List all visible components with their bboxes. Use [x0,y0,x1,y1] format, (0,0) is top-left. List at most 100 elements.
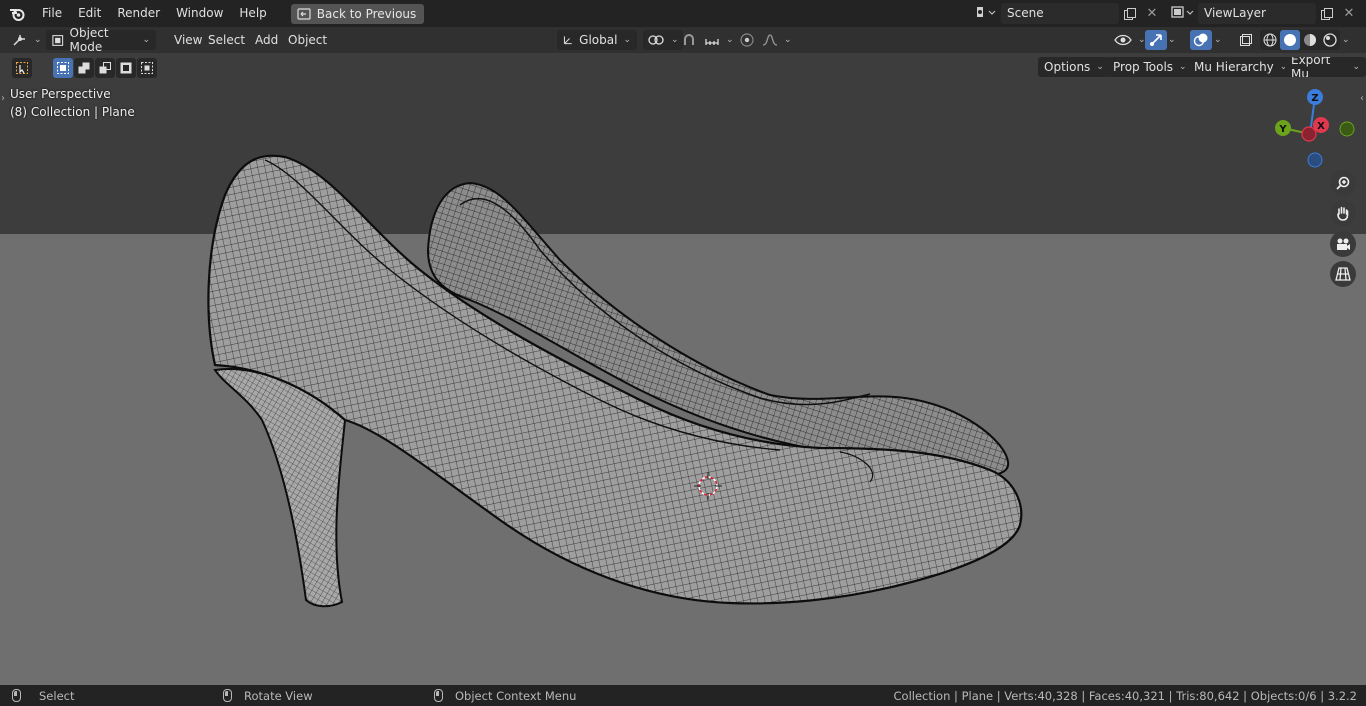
chevron-down-icon: ⌄ [1342,35,1350,45]
toolbar-expand-icon[interactable]: › [1,93,5,104]
gizmo-z-axis[interactable]: Z [1307,89,1323,105]
back-label: Back to Previous [316,6,417,21]
top-bar: File Edit Render Window Help Back to Pre… [0,0,1366,27]
chevron-down-icon: ⌄ [784,35,792,45]
proportional-icon [740,33,754,47]
editor-type-icon [13,35,25,46]
gizmo-x-axis[interactable]: X [1313,117,1329,133]
gizmo-y-axis[interactable]: Y [1275,120,1291,136]
chevron-down-icon: ⌄ [726,35,734,45]
menu-help[interactable]: Help [231,0,274,27]
shading-solid-button[interactable] [1280,30,1300,50]
overlay-dropdown[interactable]: ⌄ [1214,30,1222,50]
mode-label: Object Mode [69,26,109,54]
menu-file[interactable]: File [34,0,70,27]
snap-toggle[interactable] [678,30,700,50]
view-layer-new-button[interactable] [1316,3,1338,24]
zoom-icon [1336,176,1350,190]
view-layer-selector: ViewLayer ✕ [1166,3,1360,24]
shoe-mesh [207,154,1023,608]
perspective-toggle-button[interactable] [1330,261,1356,287]
grid-icon [1335,267,1351,281]
status-rotate-hint: Rotate View [223,685,313,706]
scene-new-button[interactable] [1119,3,1141,24]
scene-name-field[interactable]: Scene [1001,3,1119,24]
camera-view-button[interactable] [1330,231,1356,257]
close-icon: ✕ [1343,6,1355,21]
mu-hierarchy-dropdown[interactable]: Mu Hierarchy ⌄ [1188,57,1294,77]
proportional-edit-toggle[interactable] [736,30,758,50]
scene-selector: Scene ✕ [969,3,1163,24]
overlay-toggle[interactable] [1190,30,1212,50]
select-mode-difference[interactable] [116,58,136,78]
camera-icon [1337,238,1350,250]
status-context-label: Object Context Menu [455,688,577,703]
select-mode-intersect[interactable] [137,58,157,78]
scene-close-button[interactable]: ✕ [1141,3,1163,24]
new-icon [1321,7,1333,20]
shading-rendered-button[interactable] [1320,30,1340,50]
mode-dropdown[interactable]: Object Mode ⌄ [46,26,156,54]
pan-button[interactable] [1330,200,1356,226]
shading-wireframe-icon [1263,33,1277,47]
pivot-point-dropdown[interactable]: ⌄ [643,30,683,50]
menu-window[interactable]: Window [168,0,231,27]
xray-icon [1240,34,1252,46]
export-mu-dropdown[interactable]: Export Mu ⌄ [1285,57,1366,77]
visibility-dropdown[interactable]: ⌄ [1110,30,1150,50]
menu-render[interactable]: Render [109,0,168,27]
menu-edit[interactable]: Edit [70,0,109,27]
blender-logo-icon[interactable] [0,0,34,27]
view-layer-icon [1170,5,1194,22]
options-label: Options [1044,60,1091,74]
chevron-down-icon: ⌄ [34,35,42,45]
chevron-down-icon: ⌄ [1214,35,1222,45]
options-dropdown[interactable]: Options ⌄ [1038,57,1110,77]
shading-dropdown[interactable]: ⌄ [1342,30,1350,50]
navigation-gizmo[interactable]: Z X Y [1268,87,1358,171]
gizmo-toggle[interactable] [1145,30,1167,50]
snap-target-dropdown[interactable]: ⌄ [700,30,738,50]
hand-icon [1337,206,1349,221]
editor-type-dropdown[interactable]: ⌄ [8,30,46,50]
export-mu-label: Export Mu [1291,57,1331,77]
sidebar-expand-icon[interactable]: ‹ [1360,93,1364,104]
gizmo-z-label: Z [1311,93,1318,104]
menu-select[interactable]: Select [202,30,251,50]
select-mode-new[interactable] [53,58,73,78]
shading-wireframe-button[interactable] [1260,30,1280,50]
transform-orientation-dropdown[interactable]: Global ⌄ [557,30,637,50]
status-select-hint: Select [12,685,74,706]
new-icon [1124,7,1136,20]
gizmo-y-label: Y [1278,124,1287,135]
view-layer-browse-button[interactable] [1166,3,1198,24]
xray-toggle[interactable] [1235,30,1257,50]
back-to-previous-button[interactable]: Back to Previous [290,3,425,24]
chevron-down-icon: ⌄ [1096,62,1104,72]
view-layer-close-button[interactable]: ✕ [1338,3,1360,24]
view-layer-name-field[interactable]: ViewLayer [1198,3,1316,24]
mu-hierarchy-label: Mu Hierarchy [1194,60,1274,74]
select-tool-button[interactable] [12,58,32,78]
prop-tools-label: Prop Tools [1113,60,1174,74]
snap-increment-icon [705,39,719,45]
prop-tools-dropdown[interactable]: Prop Tools ⌄ [1107,57,1193,77]
gizmo-dropdown[interactable]: ⌄ [1168,30,1176,50]
back-icon [297,7,311,20]
viewport-header: ⌄ Object Mode ⌄ View Select Add Object G… [0,26,1366,54]
scene-browse-button[interactable] [969,3,1001,24]
menu-object[interactable]: Object [282,30,333,50]
scene-icon [974,5,996,22]
shading-material-button[interactable] [1300,30,1320,50]
shading-material-icon [1304,34,1316,46]
menu-add[interactable]: Add [249,30,284,50]
chevron-down-icon: ⌄ [1179,62,1187,72]
select-mode-extend[interactable] [74,58,94,78]
3d-viewport[interactable]: Options ⌄ Prop Tools ⌄ Mu Hierarchy ⌄ Ex… [0,53,1366,685]
chevron-down-icon: ⌄ [1168,35,1176,45]
zoom-button[interactable] [1330,170,1356,196]
pivot-icon [648,35,664,45]
proportional-falloff-dropdown[interactable]: ⌄ [758,30,796,50]
select-mode-subtract[interactable] [95,58,115,78]
falloff-icon [762,34,778,46]
